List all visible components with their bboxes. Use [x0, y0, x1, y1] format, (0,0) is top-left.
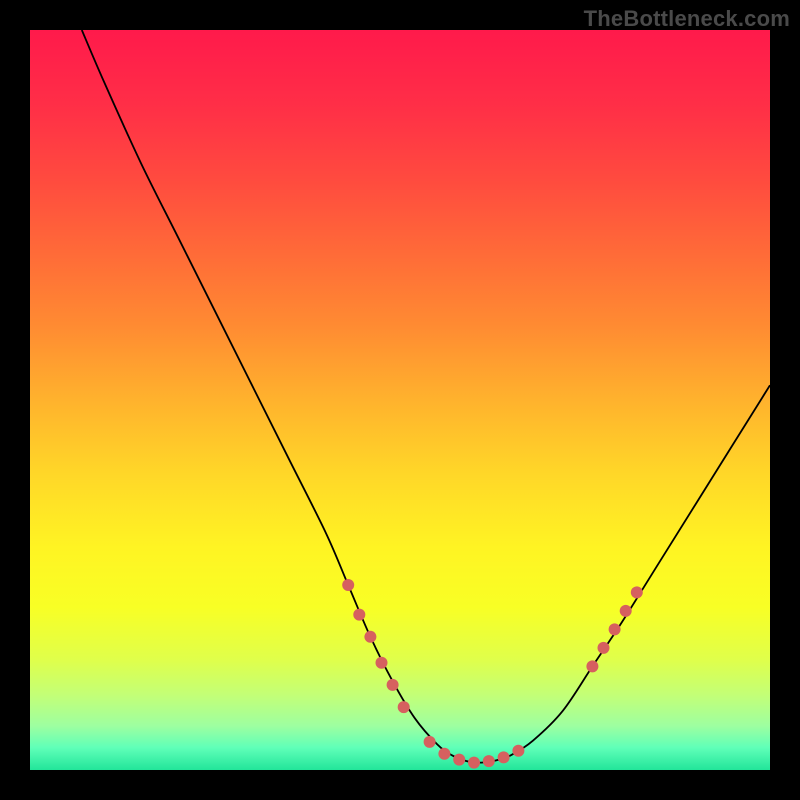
highlighted-point — [453, 754, 465, 766]
highlighted-point — [353, 609, 365, 621]
highlighted-point — [512, 745, 524, 757]
highlighted-point — [468, 757, 480, 769]
chart-frame: TheBottleneck.com — [0, 0, 800, 800]
highlighted-point — [631, 586, 643, 598]
bottleneck-curve — [82, 30, 770, 763]
plot-area — [30, 30, 770, 770]
highlighted-point — [609, 623, 621, 635]
highlighted-point — [424, 736, 436, 748]
highlighted-point — [342, 579, 354, 591]
highlighted-point — [620, 605, 632, 617]
highlighted-point — [498, 751, 510, 763]
highlighted-points-group — [342, 579, 643, 769]
highlighted-point — [598, 642, 610, 654]
highlighted-point — [364, 631, 376, 643]
highlighted-point — [398, 701, 410, 713]
highlighted-point — [586, 660, 598, 672]
watermark-text: TheBottleneck.com — [584, 6, 790, 32]
highlighted-point — [376, 657, 388, 669]
highlighted-point — [438, 748, 450, 760]
chart-overlay — [30, 30, 770, 770]
highlighted-point — [387, 679, 399, 691]
highlighted-point — [483, 755, 495, 767]
